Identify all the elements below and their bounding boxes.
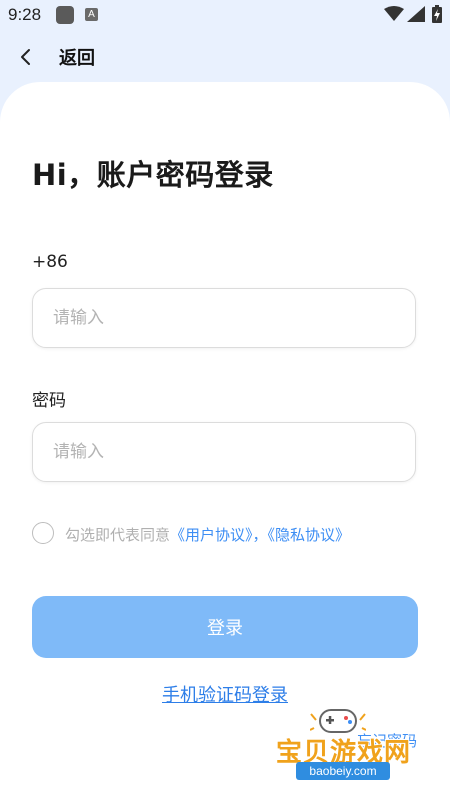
phone-input-box [32, 288, 416, 348]
agreement-prefix: 勾选即代表同意 [65, 526, 171, 544]
phone-input[interactable] [33, 289, 415, 347]
battery-icon [432, 5, 442, 23]
agreement-checkbox[interactable] [32, 522, 54, 544]
wifi-icon [384, 6, 404, 21]
status-time: 9:28 [8, 5, 42, 24]
back-label[interactable]: 返回 [59, 44, 95, 70]
password-label: 密码 [32, 391, 66, 411]
agreement-separator: ， [252, 526, 268, 544]
password-input-box [32, 422, 416, 482]
privacy-agreement-link[interactable]: 《隐私协议》 [268, 526, 351, 544]
back-arrow-icon[interactable] [16, 46, 38, 68]
status-bar: 9:28 A [0, 0, 450, 30]
notification-a-icon: A [85, 8, 98, 21]
watermark-url: baobeiy.com [296, 762, 390, 780]
sms-login-link[interactable]: 手机验证码登录 [0, 681, 450, 707]
signal-icon [407, 6, 425, 22]
password-input[interactable] [33, 423, 415, 481]
notification-app-icon [56, 6, 74, 24]
phone-label: +86 [32, 252, 68, 272]
agreement-text: 勾选即代表同意《用户协议》，《隐私协议》 [65, 524, 350, 545]
user-agreement-link[interactable]: 《用户协议》 [170, 526, 253, 544]
login-button[interactable]: 登录 [32, 596, 418, 658]
page-title: Hi，账户密码登录 [32, 158, 274, 192]
